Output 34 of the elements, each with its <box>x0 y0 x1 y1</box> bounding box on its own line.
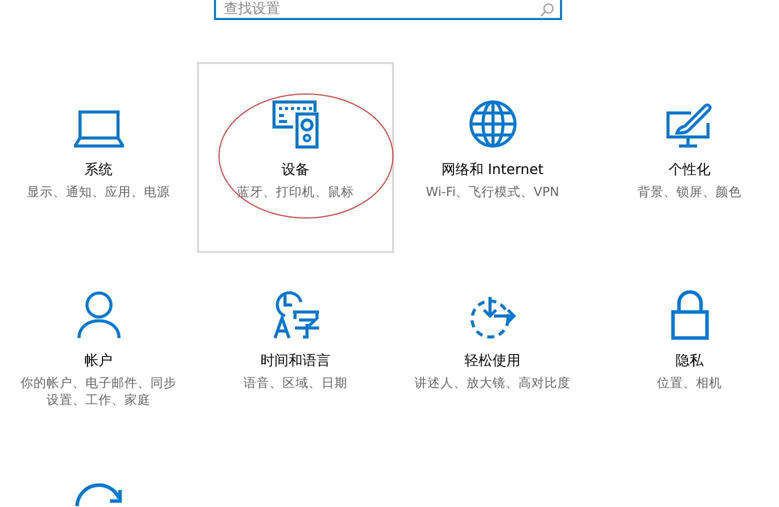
clock-letter-icon <box>270 290 320 340</box>
settings-tile[interactable]: 个性化 背景、锁屏、颜色 <box>591 62 779 253</box>
settings-tile[interactable]: 时间和语言 语音、区域、日期 <box>197 253 394 444</box>
tile-subtitle: 讲述人、放大镜、高对比度 <box>414 374 570 391</box>
tile-title: 网络和 Internet <box>441 161 544 179</box>
tile-subtitle: 你的帐户、电子邮件、同步设置、工作、家庭 <box>20 374 178 408</box>
monitor-brush-icon <box>664 101 714 149</box>
settings-tile[interactable]: 网络和 Internet Wi-Fi、飞行模式、VPN <box>394 62 591 253</box>
laptop-icon <box>74 109 124 149</box>
padlock-icon <box>670 290 710 340</box>
settings-tile[interactable]: 隐私 位置、相机 <box>591 253 779 444</box>
settings-tile[interactable]: 设备 蓝牙、打印机、鼠标 <box>197 62 394 253</box>
tile-title: 个性化 <box>668 161 710 179</box>
globe-icon <box>468 99 518 149</box>
person-icon <box>76 290 122 340</box>
tile-title: 时间和语言 <box>260 352 330 370</box>
tile-subtitle: 显示、通知、应用、电源 <box>27 183 170 200</box>
tile-subtitle: 位置、相机 <box>657 374 722 391</box>
settings-tile[interactable]: 系统 显示、通知、应用、电源 <box>0 62 197 253</box>
tile-subtitle: 语音、区域、日期 <box>244 374 348 391</box>
settings-tile[interactable]: 帐户 你的帐户、电子邮件、同步设置、工作、家庭 <box>0 253 197 444</box>
tile-title: 帐户 <box>84 352 112 370</box>
dashed-circle-arrows-icon <box>468 294 518 340</box>
tile-title: 系统 <box>84 161 112 179</box>
keyboard-speaker-icon <box>270 99 320 149</box>
tile-title: 隐私 <box>676 352 704 370</box>
tile-subtitle: 背景、锁屏、颜色 <box>638 183 742 200</box>
settings-tile[interactable]: 轻松使用 讲述人、放大镜、高对比度 <box>394 253 591 444</box>
tile-subtitle: 蓝牙、打印机、鼠标 <box>237 183 354 200</box>
tile-title: 设备 <box>282 161 310 179</box>
tile-title: 轻松使用 <box>464 352 520 370</box>
search-icon <box>540 3 554 17</box>
search-field[interactable]: 查找设置 <box>214 0 562 20</box>
tile-subtitle: Wi-Fi、飞行模式、VPN <box>426 183 560 200</box>
